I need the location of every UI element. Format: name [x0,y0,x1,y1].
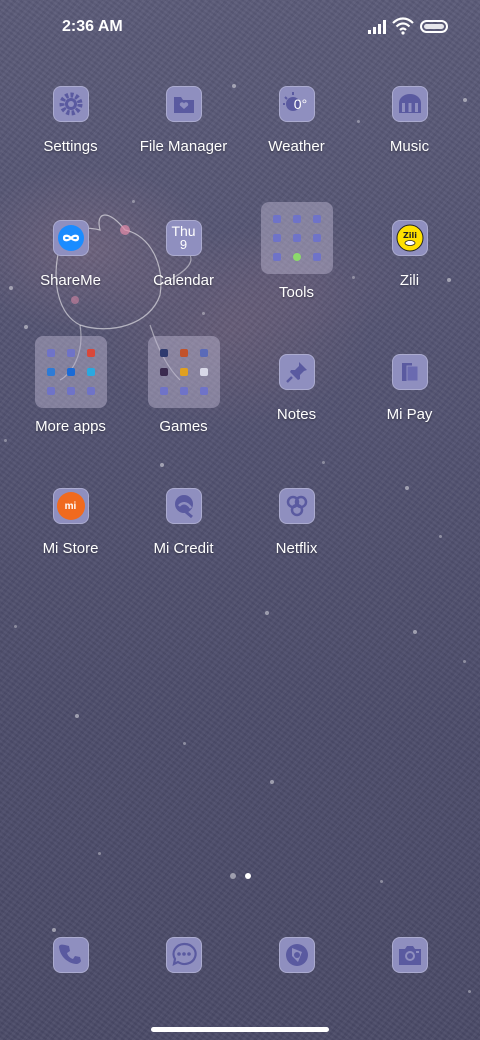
gear-icon [52,86,89,122]
svg-text:Zili: Zili [402,231,416,240]
weather-icon: 0° [278,86,315,122]
pin-icon [278,354,315,390]
page-dot [230,873,236,879]
calendar-date: 9 [179,237,188,252]
folder-icon [165,86,202,122]
weather-temp: 0° [293,96,308,112]
netflix-icon [278,488,315,524]
camera-icon [391,937,428,973]
clock: 2:36 AM [62,18,123,35]
app-mi-store[interactable]: mi Mi Store [14,488,127,557]
mi-store-icon: mi [52,488,89,524]
app-label: Mi Store [42,540,99,557]
app-shareme[interactable]: ShareMe [14,220,127,289]
app-label: Netflix [275,540,318,557]
cellular-signal-icon [368,20,386,34]
app-label: Tools [278,284,315,301]
app-label: Weather [268,138,325,155]
page-indicator [230,872,254,880]
app-file-manager[interactable]: File Manager [127,86,240,155]
app-label: ShareMe [40,272,101,289]
dock-phone[interactable] [14,937,127,973]
zili-icon: Zili [391,220,428,256]
app-label: Calendar [153,272,214,289]
app-label: More apps [35,418,106,435]
app-settings[interactable]: Settings [14,86,127,155]
app-label: Notes [276,406,317,423]
page-dot-active [245,873,251,879]
calendar-day: Thu [171,223,196,239]
calendar-icon: Thu 9 [165,220,202,256]
app-label: File Manager [139,138,228,155]
folder-more-apps[interactable]: More apps [14,336,127,435]
app-label: Games [159,418,208,435]
app-netflix[interactable]: Netflix [240,488,353,557]
shareme-icon [52,220,89,256]
folder-icon [260,202,333,274]
app-label: Settings [43,138,98,155]
folder-tools[interactable]: Tools [240,202,353,301]
app-mi-credit[interactable]: Mi Credit [127,488,240,557]
battery-icon [420,20,448,33]
home-indicator[interactable] [151,1027,329,1032]
app-music[interactable]: Music [353,86,466,155]
folder-icon [147,336,220,408]
music-icon [391,86,428,122]
app-weather[interactable]: 0° Weather [240,86,353,155]
folder-games[interactable]: Games [127,336,240,435]
phone-icon [52,937,89,973]
app-notes[interactable]: Notes [240,354,353,423]
dock-messages[interactable] [127,937,240,973]
status-bar: 2:36 AM [0,0,480,56]
app-label: Mi Credit [153,540,214,557]
credit-icon [165,488,202,524]
dock-camera[interactable] [353,937,466,973]
messages-icon [165,937,202,973]
mi-logo-text: mi [64,500,77,512]
dock-browser[interactable] [240,937,353,973]
app-calendar[interactable]: Thu 9 Calendar [127,220,240,289]
wifi-icon [392,17,414,35]
app-label: Zili [399,272,420,289]
app-mi-pay[interactable]: Mi Pay [353,354,466,423]
app-zili[interactable]: Zili Zili [353,220,466,289]
wallet-icon [391,354,428,390]
browser-icon [278,937,315,973]
folder-icon [34,336,107,408]
app-label: Music [389,138,430,155]
app-label: Mi Pay [386,406,433,423]
